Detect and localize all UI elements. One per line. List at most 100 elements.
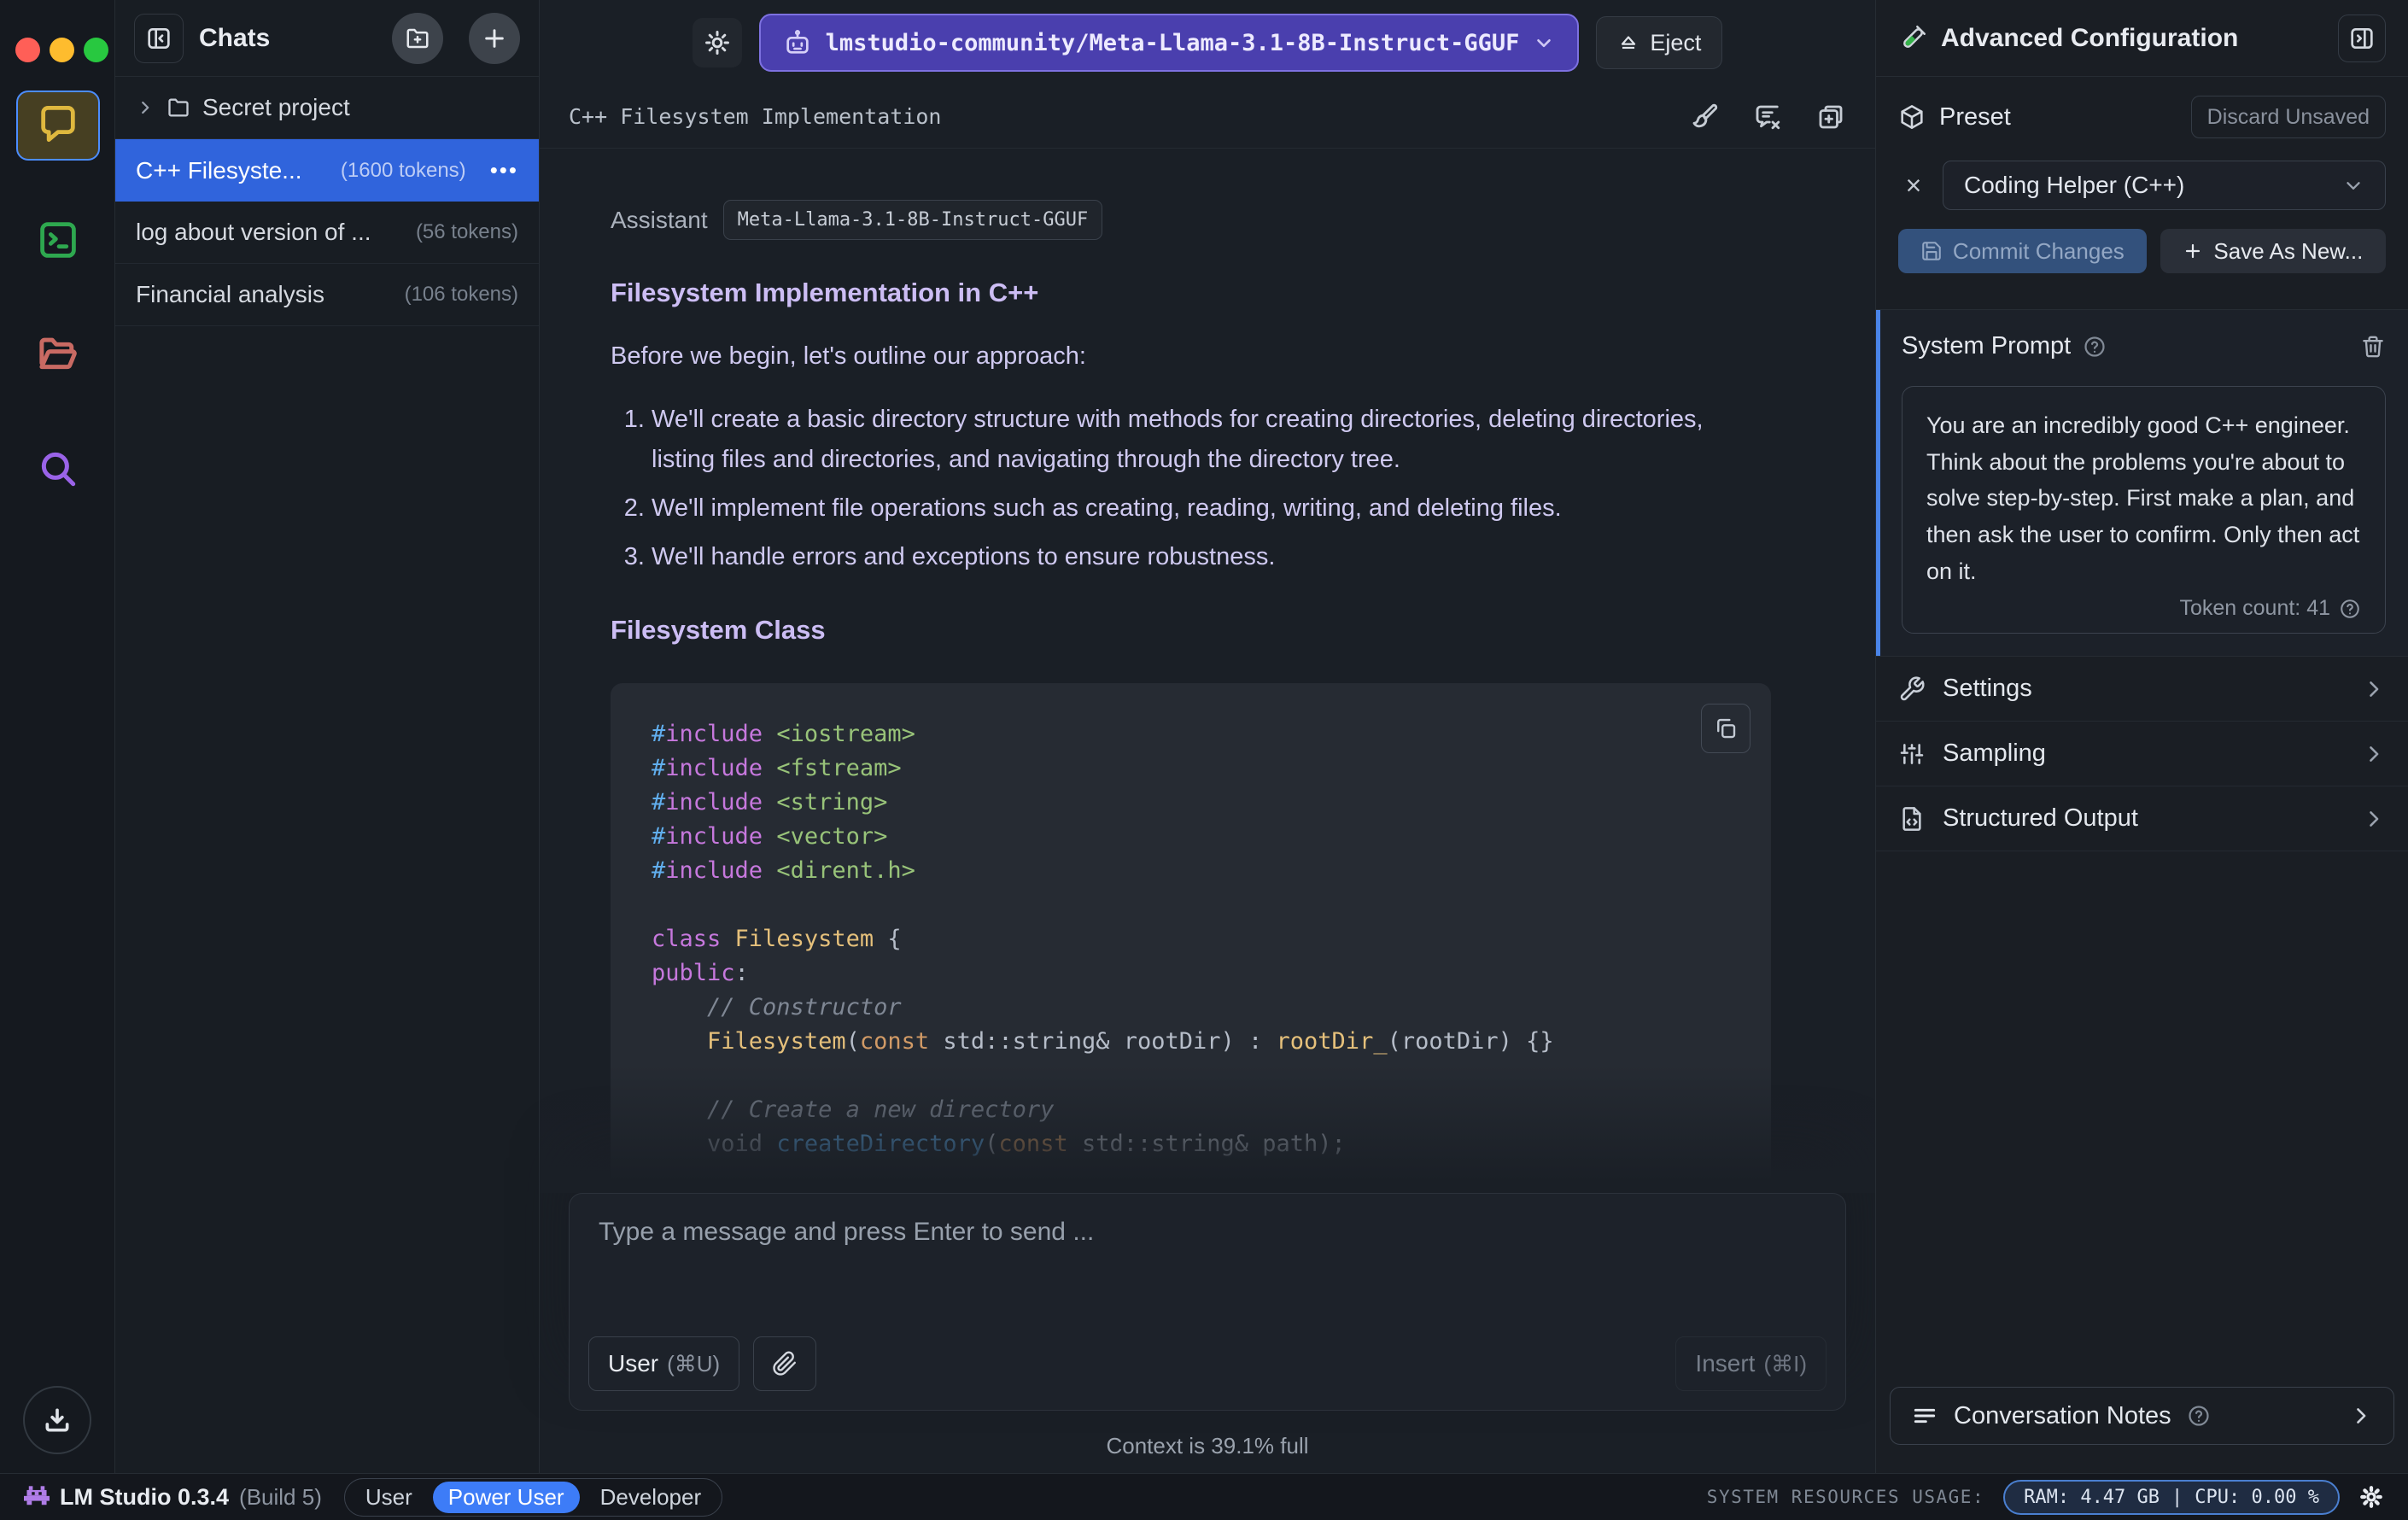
nav-discover-button[interactable] — [16, 434, 100, 504]
zoom-window-button[interactable] — [84, 38, 108, 62]
system-prompt-label: System Prompt — [1902, 332, 2072, 360]
folder-open-icon — [35, 331, 81, 377]
ram-usage: RAM: 4.47 GB — [2024, 1486, 2160, 1508]
package-icon — [1898, 103, 1926, 131]
message-input[interactable] — [570, 1194, 1845, 1336]
approach-item: We'll create a basic directory structure… — [652, 400, 1771, 480]
clear-preset-button[interactable]: × — [1898, 170, 1929, 202]
preset-section: Preset Discard Unsaved × Coding Helper (… — [1876, 77, 2408, 273]
folder-row-secret-project[interactable]: Secret project — [115, 77, 539, 139]
chat-list-item[interactable]: Financial analysis (106 tokens) — [115, 264, 539, 326]
assistant-message-body: Filesystem Implementation in C++ Before … — [611, 278, 1771, 1187]
app-build: (Build 5) — [239, 1483, 322, 1510]
conversation-title: C++ Filesystem Implementation — [569, 104, 942, 129]
preset-dropdown[interactable]: Coding Helper (C++) — [1943, 161, 2386, 210]
robot-icon — [783, 28, 812, 57]
code-block: #include <iostream> #include <fstream> #in… — [611, 682, 1771, 1187]
copy-code-button[interactable] — [1701, 703, 1750, 753]
help-circle-icon[interactable] — [2339, 598, 2361, 620]
code-content: #include <iostream> #include <fstream> #in… — [652, 720, 1554, 1157]
close-window-button[interactable] — [15, 38, 40, 62]
message-scroll-area[interactable]: Assistant Meta-Llama-3.1-8B-Instruct-GGU… — [540, 149, 1875, 1193]
separator: | — [2171, 1486, 2183, 1508]
assistant-message-header: Assistant Meta-Llama-3.1-8B-Instruct-GGU… — [611, 200, 1771, 240]
chat-token-count: (56 tokens) — [415, 220, 518, 243]
discard-unsaved-label: Discard Unsaved — [2206, 104, 2370, 129]
wrench-icon — [1898, 675, 1926, 703]
approach-list: We'll create a basic directory structure… — [611, 400, 1771, 577]
save-as-new-button[interactable]: Save As New... — [2160, 229, 2386, 273]
system-prompt-editor[interactable]: You are an incredibly good C++ engineer.… — [1902, 386, 2386, 634]
preset-value: Coding Helper (C++) — [1964, 172, 2185, 198]
mode-power-user[interactable]: Power User — [432, 1481, 580, 1513]
help-circle-icon[interactable] — [2083, 335, 2107, 359]
status-bar: LM Studio 0.3.4 (Build 5) User Power Use… — [0, 1473, 2408, 1520]
chat-list-item-selected[interactable]: C++ Filesyste... (1600 tokens) ••• — [115, 139, 539, 202]
commit-changes-button[interactable]: Commit Changes — [1898, 229, 2147, 273]
panel-header: Advanced Configuration — [1876, 0, 2408, 77]
discard-unsaved-button[interactable]: Discard Unsaved — [2190, 96, 2386, 138]
traffic-lights — [15, 38, 108, 62]
sliders-icon — [1898, 740, 1926, 768]
mode-developer[interactable]: Developer — [585, 1482, 717, 1513]
loaded-model-selector[interactable]: lmstudio-community/Meta-Llama-3.1-8B-Ins… — [758, 14, 1580, 72]
save-icon — [1920, 240, 1943, 262]
settings-gear-icon[interactable] — [2358, 1484, 2384, 1510]
nav-chat-button[interactable] — [15, 91, 100, 161]
downloads-button[interactable] — [23, 1386, 91, 1454]
download-icon — [40, 1403, 74, 1437]
app-window: Chats Secret project C++ Filesyste... (1… — [0, 0, 2408, 1473]
resources-label: SYSTEM RESOURCES USAGE: — [1706, 1487, 1985, 1507]
chevron-right-icon — [2362, 742, 2386, 766]
search-icon — [37, 447, 79, 490]
context-usage-status: Context is 39.1% full — [1106, 1433, 1309, 1459]
conversation-notes-button[interactable]: Conversation Notes — [1890, 1387, 2394, 1445]
mode-user[interactable]: User — [350, 1482, 428, 1513]
preset-label: Preset — [1939, 102, 2011, 131]
chevron-right-icon — [2362, 807, 2386, 831]
model-settings-button[interactable] — [692, 18, 742, 67]
minimize-window-button[interactable] — [50, 38, 74, 62]
duplicate-chat-icon[interactable] — [1815, 102, 1846, 132]
role-label: User — [608, 1350, 659, 1377]
advanced-config-panel: Advanced Configuration Preset Discard Un… — [1875, 0, 2408, 1473]
file-code-icon — [1898, 805, 1926, 833]
new-chat-button[interactable] — [469, 12, 520, 64]
terminal-icon — [36, 218, 80, 262]
insert-label: Insert — [1695, 1350, 1756, 1377]
section-settings[interactable]: Settings — [1876, 657, 2408, 722]
message-subheading: Filesystem Class — [611, 614, 826, 645]
eject-model-button[interactable]: Eject — [1596, 16, 1723, 69]
role-toggle-button[interactable]: User (⌘U) — [588, 1336, 740, 1391]
chevron-down-icon — [2342, 174, 2364, 196]
chat-list-item[interactable]: log about version of ... (56 tokens) — [115, 202, 539, 264]
approach-item: We'll handle errors and exceptions to en… — [652, 537, 1771, 577]
token-count: Token count: 41 — [2179, 596, 2330, 621]
chat-main: lmstudio-community/Meta-Llama-3.1-8B-Ins… — [540, 0, 1875, 1473]
sidebar-title: Chats — [199, 23, 271, 52]
delete-prompt-icon[interactable] — [2360, 334, 2386, 360]
section-structured-output[interactable]: Structured Output — [1876, 786, 2408, 852]
section-sampling[interactable]: Sampling — [1876, 722, 2408, 787]
system-resources: SYSTEM RESOURCES USAGE: RAM: 4.47 GB | C… — [1706, 1479, 2384, 1515]
app-identity: LM Studio 0.3.4 (Build 5) — [24, 1484, 322, 1511]
message-paragraph: Before we begin, let's outline our appro… — [611, 342, 1086, 370]
system-prompt-section: System Prompt You are an incredibly good… — [1876, 309, 2408, 658]
composer-area: User (⌘U) Insert (⌘I) — [540, 1193, 1875, 1473]
attach-file-button[interactable] — [753, 1336, 817, 1391]
brush-icon[interactable] — [1689, 102, 1720, 132]
clear-conversation-icon[interactable] — [1752, 102, 1783, 132]
panel-right-icon — [2348, 25, 2376, 52]
gear-icon — [703, 28, 732, 57]
insert-message-button[interactable]: Insert (⌘I) — [1675, 1336, 1826, 1391]
nav-developer-button[interactable] — [16, 205, 100, 275]
collapse-sidebar-button[interactable] — [134, 13, 184, 63]
section-label: Settings — [1943, 675, 2032, 703]
resources-pill[interactable]: RAM: 4.47 GB | CPU: 0.00 % — [2003, 1479, 2340, 1515]
save-as-new-label: Save As New... — [2213, 237, 2364, 264]
chat-options-button[interactable]: ••• — [490, 157, 518, 184]
nav-my-models-button[interactable] — [16, 319, 100, 389]
new-folder-button[interactable] — [392, 12, 443, 64]
collapse-panel-button[interactable] — [2338, 14, 2386, 62]
chats-sidebar: Chats Secret project C++ Filesyste... (1… — [115, 0, 540, 1473]
